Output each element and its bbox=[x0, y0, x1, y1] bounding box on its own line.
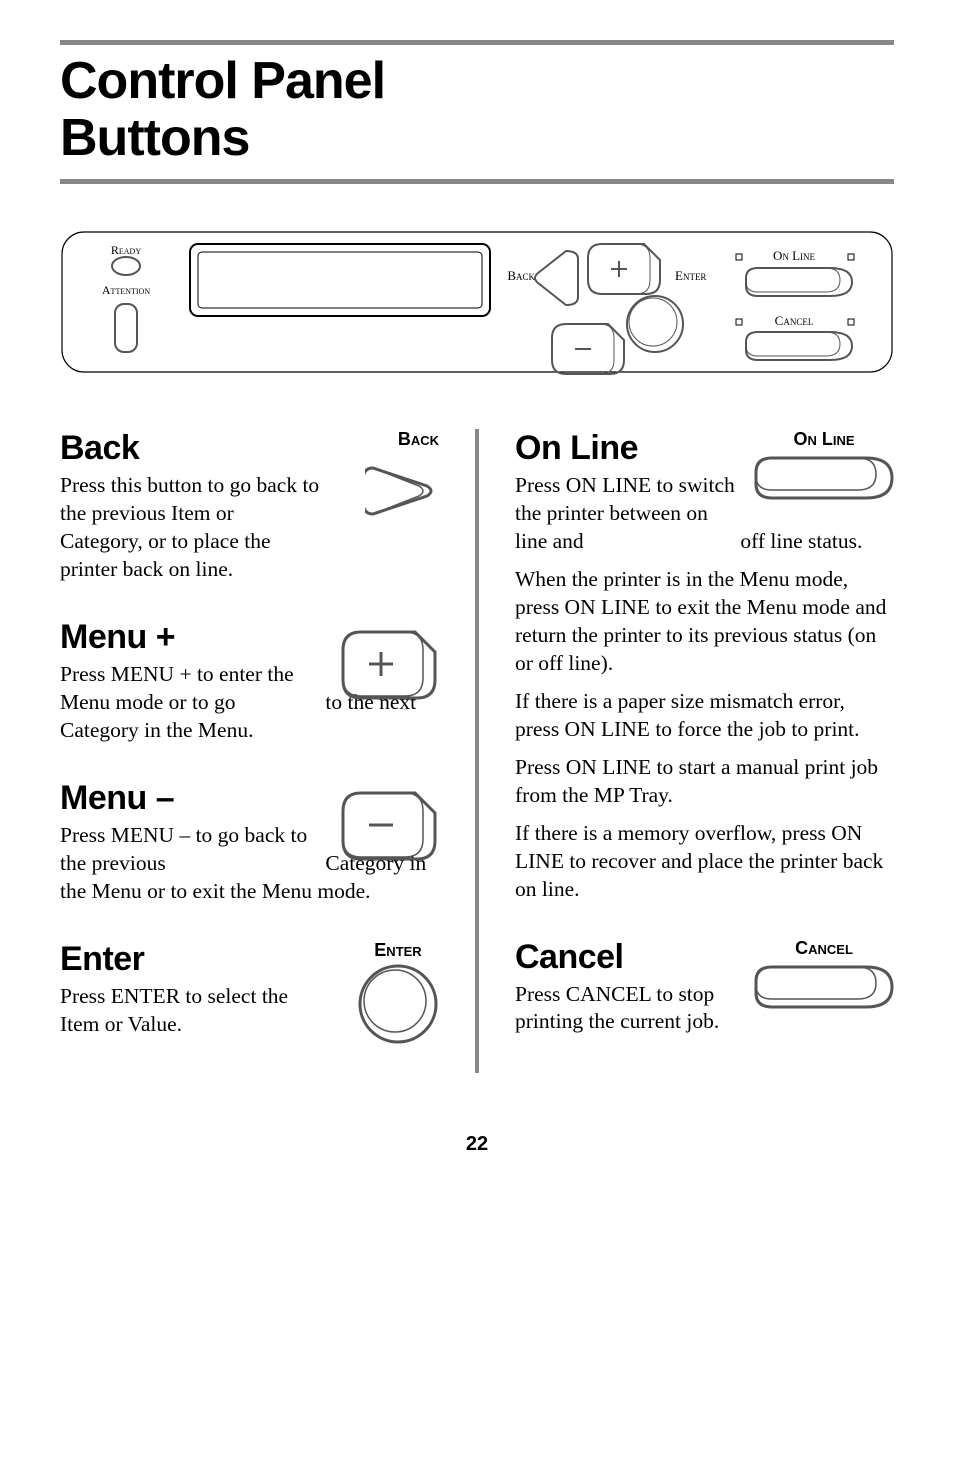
panel-cancel-label: Cancel bbox=[775, 313, 814, 328]
panel-svg: Ready Attention Back Enter On bbox=[60, 224, 894, 379]
top-rule bbox=[60, 40, 894, 45]
back-arrow-icon bbox=[365, 454, 439, 528]
online-body1-rest: off line status. bbox=[740, 529, 862, 553]
menu-minus-icon bbox=[339, 791, 439, 863]
panel-online-label: On Line bbox=[773, 248, 816, 263]
online-icon-group: On Line bbox=[754, 429, 894, 505]
section-menu-minus: Menu – Press MENU – to go back to the pr… bbox=[60, 779, 439, 906]
menu-plus-icon-group bbox=[339, 630, 439, 707]
section-cancel: Cancel Cancel Press CANCEL to stop print… bbox=[515, 938, 894, 1037]
column-divider bbox=[475, 429, 479, 1072]
section-enter: Enter Enter Press ENTER to select the It… bbox=[60, 940, 439, 1039]
section-menu-plus: Menu + Press MENU + to enter the Menu mo… bbox=[60, 618, 439, 745]
online-body5: If there is a memory overflow, press ON … bbox=[515, 820, 894, 904]
menu-plus-icon bbox=[339, 630, 439, 702]
online-label: On Line bbox=[754, 429, 894, 450]
menu-plus-body-wrap: Press MENU + to enter the Menu mode or t… bbox=[60, 661, 320, 717]
enter-label: Enter bbox=[357, 940, 439, 961]
right-column: On Line On Line Press ON LINE to switch … bbox=[515, 429, 894, 1072]
back-body: Press this button to go back to the prev… bbox=[60, 472, 320, 584]
cancel-body: Press CANCEL to stop printing the curren… bbox=[515, 981, 725, 1037]
section-online: On Line On Line Press ON LINE to switch … bbox=[515, 429, 894, 903]
cancel-label: Cancel bbox=[754, 938, 894, 959]
title-underline bbox=[60, 179, 894, 184]
left-column: Back Back Press this button to go back t… bbox=[60, 429, 439, 1072]
enter-body: Press ENTER to select the Item or Value. bbox=[60, 983, 320, 1039]
control-panel-diagram: Ready Attention Back Enter On bbox=[60, 224, 894, 379]
page-number: 22 bbox=[60, 1133, 894, 1156]
title-line-1: Control Panel bbox=[60, 52, 385, 110]
online-body3: If there is a paper size mismatch error,… bbox=[515, 688, 894, 744]
online-body2: When the printer is in the Menu mode, pr… bbox=[515, 566, 894, 678]
cancel-button-icon bbox=[754, 965, 894, 1009]
panel-enter-label: Enter bbox=[675, 268, 706, 283]
menu-minus-body-wrap: Press MENU – to go back to the previous bbox=[60, 822, 320, 878]
panel-ready-label: Ready bbox=[111, 243, 141, 257]
online-body1-wrap: Press ON LINE to switch the printer betw… bbox=[515, 472, 735, 556]
back-label: Back bbox=[365, 429, 439, 450]
panel-attention-label: Attention bbox=[102, 283, 150, 297]
enter-circle-icon bbox=[357, 963, 439, 1045]
content-columns: Back Back Press this button to go back t… bbox=[60, 429, 894, 1072]
cancel-icon-group: Cancel bbox=[754, 938, 894, 1014]
menu-minus-icon-group bbox=[339, 791, 439, 868]
online-body4: Press ON LINE to start a manual print jo… bbox=[515, 754, 894, 810]
enter-icon-group: Enter bbox=[357, 940, 439, 1050]
back-icon-group: Back bbox=[365, 429, 439, 533]
online-button-icon bbox=[754, 456, 894, 500]
panel-back-label: Back bbox=[507, 268, 535, 283]
section-back: Back Back Press this button to go back t… bbox=[60, 429, 439, 584]
page-title: Control Panel Buttons bbox=[60, 53, 894, 167]
title-line-2: Buttons bbox=[60, 109, 249, 167]
